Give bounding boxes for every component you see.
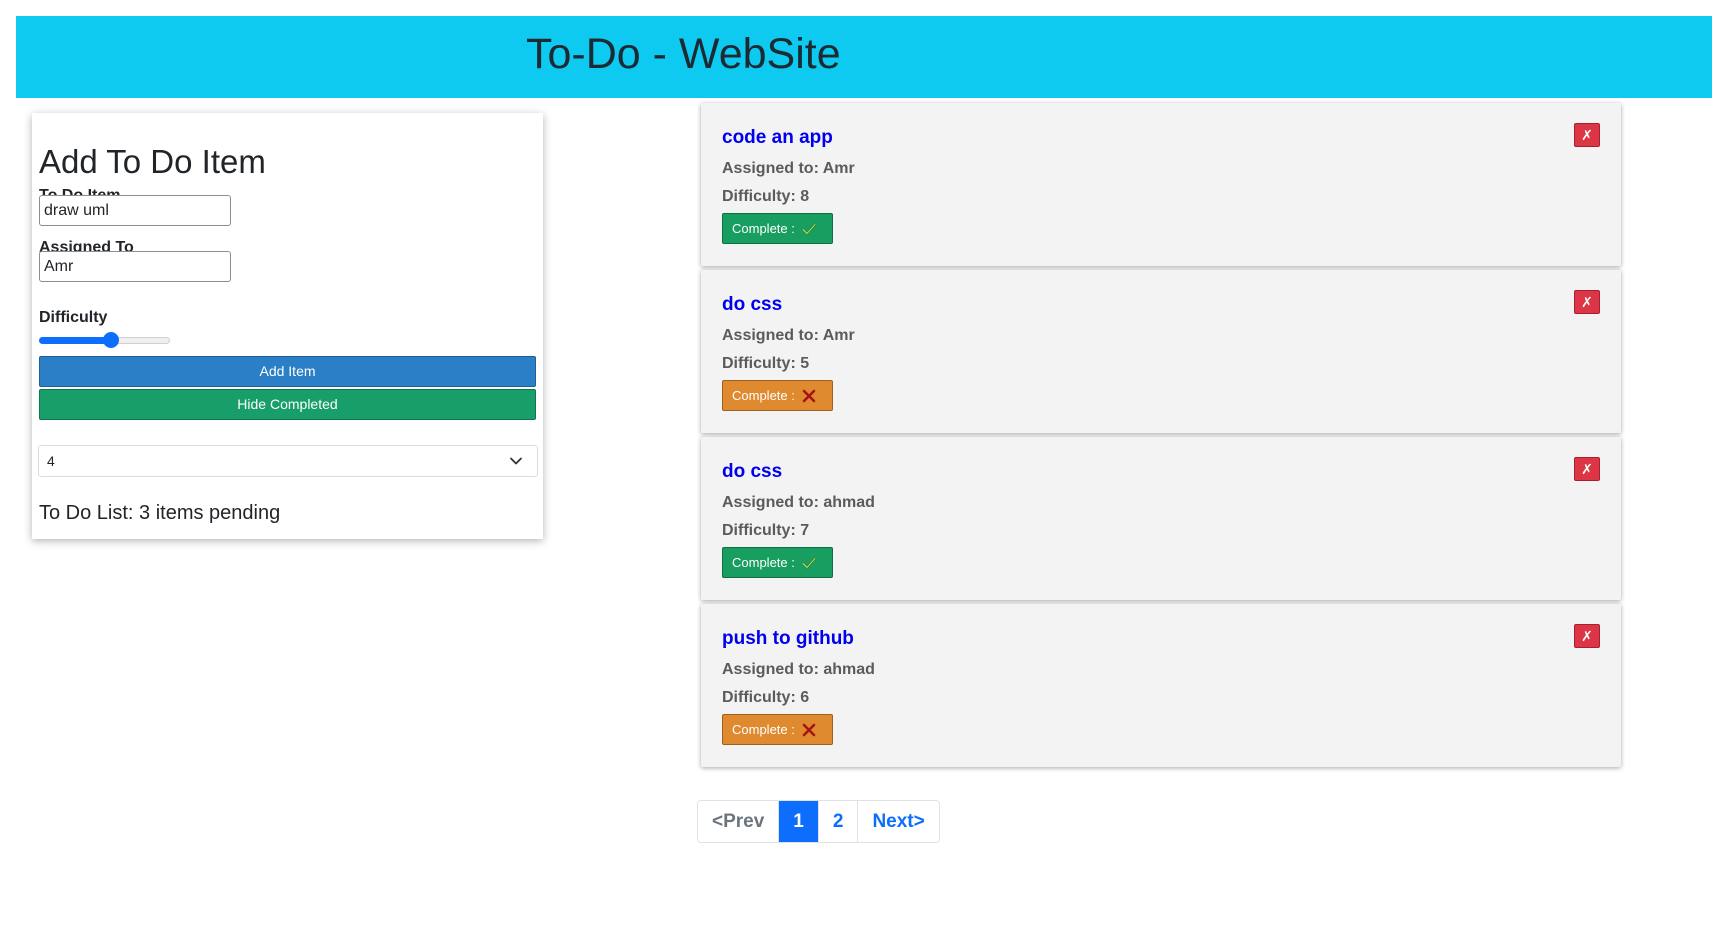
assigned-to-input[interactable] xyxy=(39,251,231,282)
todo-title[interactable]: do css xyxy=(722,461,782,483)
site-title: To-Do - WebSite xyxy=(526,30,841,78)
complete-label: Complete : xyxy=(732,388,795,403)
prev-page-button[interactable]: <Prev xyxy=(698,801,779,842)
pagination: <Prev 1 2 Next> xyxy=(697,800,940,843)
difficulty-label: Difficulty xyxy=(39,309,108,326)
delete-button[interactable]: ✗ xyxy=(1574,290,1600,314)
todo-card: push to github Assigned to: ahmad Diffic… xyxy=(701,604,1621,767)
complete-toggle-button[interactable]: Complete : xyxy=(722,380,833,411)
complete-label: Complete : xyxy=(732,555,795,570)
hide-completed-button[interactable]: Hide Completed xyxy=(39,389,536,420)
pending-count: To Do List: 3 items pending xyxy=(39,502,281,524)
todo-assignee: Assigned to: Amr xyxy=(722,327,855,344)
todo-title[interactable]: push to github xyxy=(722,628,854,650)
chevron-down-icon xyxy=(510,457,522,465)
todo-difficulty: Difficulty: 7 xyxy=(722,522,810,539)
complete-label: Complete : xyxy=(732,221,795,236)
todo-card: do css Assigned to: Amr Difficulty: 5 Co… xyxy=(701,270,1621,433)
complete-toggle-button[interactable]: Complete : xyxy=(722,213,833,244)
page-button-2[interactable]: 2 xyxy=(817,801,858,842)
complete-label: Complete : xyxy=(732,722,795,737)
check-icon xyxy=(801,222,816,235)
complete-toggle-button[interactable]: Complete : xyxy=(722,547,833,578)
cross-icon xyxy=(802,723,816,736)
todo-card: do css Assigned to: ahmad Difficulty: 7 … xyxy=(701,437,1621,600)
todo-item-input[interactable] xyxy=(39,195,231,226)
slider-fill xyxy=(39,337,111,344)
todo-assignee: Assigned to: ahmad xyxy=(722,494,875,511)
todo-difficulty: Difficulty: 5 xyxy=(722,355,810,372)
delete-button[interactable]: ✗ xyxy=(1574,457,1600,481)
todo-card: code an app Assigned to: Amr Difficulty:… xyxy=(701,103,1621,266)
form-heading: Add To Do Item xyxy=(39,143,266,180)
select-value: 4 xyxy=(47,453,55,469)
items-per-page-select[interactable]: 4 xyxy=(38,445,538,477)
todo-title[interactable]: code an app xyxy=(722,127,833,149)
slider-thumb[interactable] xyxy=(103,332,119,348)
check-icon xyxy=(801,556,816,569)
todo-title[interactable]: do css xyxy=(722,294,782,316)
page-button-1[interactable]: 1 xyxy=(778,801,818,842)
difficulty-slider[interactable] xyxy=(39,332,170,348)
delete-button[interactable]: ✗ xyxy=(1574,624,1600,648)
add-item-button[interactable]: Add Item xyxy=(39,356,536,387)
todo-difficulty: Difficulty: 6 xyxy=(722,689,810,706)
complete-toggle-button[interactable]: Complete : xyxy=(722,714,833,745)
next-page-button[interactable]: Next> xyxy=(857,801,939,842)
todo-assignee: Assigned to: Amr xyxy=(722,160,855,177)
todo-assignee: Assigned to: ahmad xyxy=(722,661,875,678)
delete-button[interactable]: ✗ xyxy=(1574,123,1600,147)
add-item-form: Add To Do Item To Do Item Assigned To Di… xyxy=(32,113,543,539)
site-header: To-Do - WebSite xyxy=(16,16,1712,98)
cross-icon xyxy=(802,389,816,402)
todo-difficulty: Difficulty: 8 xyxy=(722,188,810,205)
